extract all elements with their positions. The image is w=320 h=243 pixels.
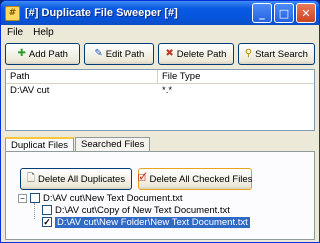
delete-all-duplicates-label: Delete All Duplicates — [37, 173, 126, 185]
column-header-path[interactable]: Path — [6, 70, 158, 83]
start-search-label: Start Search — [255, 48, 308, 60]
tab-searched-files[interactable]: Searched Files — [75, 137, 151, 151]
document-icon: 🗋 — [26, 173, 35, 184]
delete-checked-files-label: Delete All Checked Files — [149, 173, 253, 185]
edit-path-button[interactable]: ✎ Edit Path — [84, 43, 155, 65]
add-path-button[interactable]: ✚ Add Path — [5, 43, 81, 65]
tree-child-row[interactable]: D:\AV cut\Copy of New Text Document.txt — [42, 204, 250, 216]
app-window: # [#] Duplicate File Sweeper [#] _ □ ✕ F… — [0, 0, 320, 243]
menu-bar: File Help — [1, 25, 319, 40]
duplicates-tree[interactable]: − D:\AV cut\New Text Document.txt D:\AV … — [18, 192, 250, 228]
start-search-button[interactable]: ⚲ Start Search — [237, 43, 316, 65]
file-type-cell: *.* — [162, 85, 173, 96]
window-title: [#] Duplicate File Sweeper [#] — [25, 7, 178, 19]
delete-path-label: Delete Path — [176, 48, 227, 60]
path-list-header: Path File Type — [6, 70, 314, 84]
add-path-label: Add Path — [28, 48, 68, 60]
column-header-file-type[interactable]: File Type — [158, 70, 200, 83]
results-tabs: Duplicat Files Searched Files — [5, 137, 151, 152]
tree-child-label: D:\AV cut\Copy of New Text Document.txt — [55, 204, 230, 216]
delete-all-duplicates-button[interactable]: 🗋 Delete All Duplicates — [20, 168, 132, 190]
maximize-button[interactable]: □ — [274, 3, 294, 23]
tree-root-label: D:\AV cut\New Text Document.txt — [43, 192, 183, 204]
tab-duplicate-files[interactable]: Duplicat Files — [5, 137, 75, 152]
path-list[interactable]: Path File Type D:\AV cut *.* — [5, 69, 315, 131]
search-icon: ⚲ — [244, 48, 253, 59]
minimize-button[interactable]: _ — [252, 3, 272, 23]
delete-path-button[interactable]: ✖ Delete Path — [158, 43, 234, 65]
duplicates-panel: 🗋 Delete All Duplicates 🗹 Delete All Che… — [5, 151, 315, 240]
checked-document-icon: 🗹 — [137, 173, 147, 184]
path-row[interactable]: D:\AV cut *.* — [6, 84, 314, 97]
window-controls: _ □ ✕ — [252, 3, 316, 23]
close-button[interactable]: ✕ — [296, 3, 316, 23]
root-checkbox[interactable] — [30, 193, 40, 203]
title-bar[interactable]: # [#] Duplicate File Sweeper [#] _ □ ✕ — [1, 1, 319, 25]
tree-connector — [34, 203, 35, 219]
main-toolbar: ✚ Add Path ✎ Edit Path ✖ Delete Path ⚲ S… — [5, 41, 316, 67]
menu-help[interactable]: Help — [33, 27, 54, 38]
menu-file[interactable]: File — [7, 27, 23, 38]
path-cell: D:\AV cut — [10, 85, 50, 96]
duplicates-toolbar: 🗋 Delete All Duplicates 🗹 Delete All Che… — [20, 168, 252, 190]
pencil-icon: ✎ — [94, 48, 103, 59]
tree-child-label-selected: D:\AV cut\New Folder\New Text Document.t… — [55, 216, 250, 228]
delete-checked-files-button[interactable]: 🗹 Delete All Checked Files — [138, 168, 252, 190]
edit-path-label: Edit Path — [105, 48, 145, 60]
child-checkbox-checked[interactable]: ✓ — [42, 217, 52, 227]
add-icon: ✚ — [17, 48, 26, 59]
app-icon: # — [5, 5, 20, 21]
tree-root-row[interactable]: − D:\AV cut\New Text Document.txt — [18, 192, 250, 204]
tree-child-row-selected[interactable]: ✓ D:\AV cut\New Folder\New Text Document… — [42, 216, 250, 228]
child-checkbox[interactable] — [42, 205, 52, 215]
delete-icon: ✖ — [165, 48, 174, 59]
collapse-icon[interactable]: − — [18, 193, 27, 203]
